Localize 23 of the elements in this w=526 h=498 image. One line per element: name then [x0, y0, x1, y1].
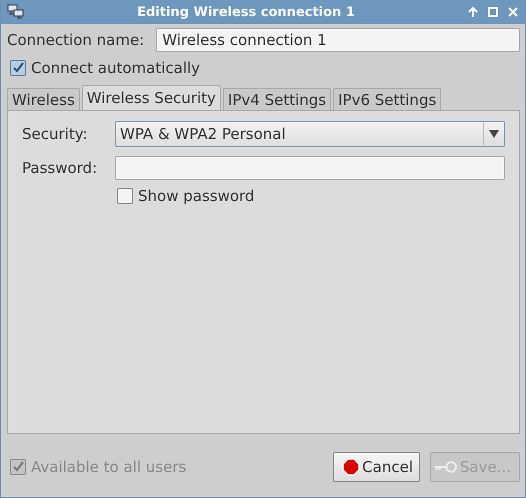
- maximize-icon[interactable]: [487, 6, 499, 18]
- stop-icon: [342, 458, 360, 476]
- security-label: Security:: [22, 125, 89, 143]
- connection-name-label: Connection name:: [7, 31, 144, 49]
- network-icon: [7, 4, 25, 20]
- dropdown-arrow-icon: [489, 130, 499, 138]
- window-title: Editing Wireless connection 1: [136, 4, 356, 20]
- cancel-button[interactable]: Cancel: [333, 452, 420, 482]
- close-icon[interactable]: [507, 6, 519, 18]
- tab[interactable]: Wireless: [7, 88, 80, 110]
- key-icon: [433, 460, 458, 472]
- connect-automatically-checkbox[interactable]: Connect automatically: [10, 59, 520, 77]
- check-icon: [11, 61, 25, 75]
- tab[interactable]: IPv6 Settings: [333, 88, 442, 110]
- security-dropdown[interactable]: WPA & WPA2 Personal: [115, 121, 505, 147]
- keep-above-icon[interactable]: [467, 6, 479, 18]
- password-label: Password:: [22, 159, 98, 177]
- tab[interactable]: Wireless Security: [82, 85, 221, 110]
- connection-name-field[interactable]: Wireless connection 1: [156, 28, 520, 52]
- tab[interactable]: IPv4 Settings: [222, 88, 332, 110]
- password-field[interactable]: [115, 156, 505, 180]
- show-password-checkbox[interactable]: Show password: [117, 187, 505, 205]
- check-icon: [11, 460, 25, 474]
